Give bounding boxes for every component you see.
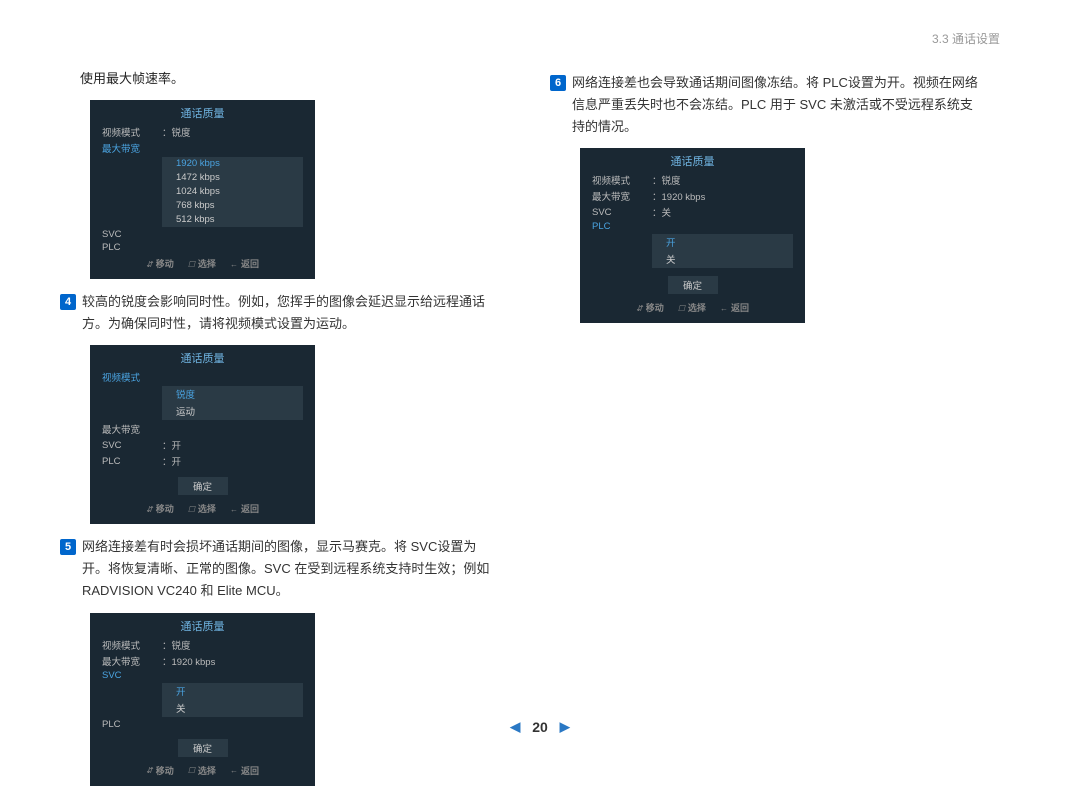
row-value: ：开 bbox=[162, 454, 303, 468]
back-hint: 返回 bbox=[230, 502, 259, 515]
row-label: 最大带宽 bbox=[102, 141, 162, 155]
row-label: 视频模式 bbox=[102, 638, 162, 652]
move-hint: 移动 bbox=[146, 257, 174, 270]
step-text: 较高的锐度会影响同时性。例如，您挥手的图像会延迟显示给远程通话方。为确保同时性，… bbox=[82, 291, 490, 335]
back-hint: 返回 bbox=[230, 764, 259, 777]
row-label: PLC bbox=[102, 719, 162, 730]
row-value: ：锐度 bbox=[162, 125, 303, 139]
panel-row[interactable]: PLC bbox=[580, 220, 805, 233]
row-value: ：锐度 bbox=[652, 173, 793, 187]
step-num-icon: 4 bbox=[60, 294, 76, 310]
dropdown-option[interactable]: 1024 kbps bbox=[162, 185, 303, 199]
panel-row[interactable]: 视频模式：锐度 bbox=[90, 637, 315, 653]
section-header: 3.3 通话设置 bbox=[932, 30, 1000, 47]
row-label: PLC bbox=[102, 456, 162, 467]
panel-row[interactable]: SVC：开 bbox=[90, 437, 315, 453]
row-label: 视频模式 bbox=[102, 370, 162, 384]
panel-row[interactable]: SVC：关 bbox=[580, 204, 805, 220]
ok-button[interactable]: 确定 bbox=[668, 276, 718, 294]
ok-button[interactable]: 确定 bbox=[178, 739, 228, 757]
page-number: 20 bbox=[532, 719, 548, 735]
panel-plc: 通话质量 视频模式：锐度最大带宽：1920 kbpsSVC：关PLC开关 确定 … bbox=[580, 148, 805, 323]
dropdown-option[interactable]: 1472 kbps bbox=[162, 171, 303, 185]
dropdown-option[interactable]: 1920 kbps bbox=[162, 157, 303, 171]
row-label: SVC bbox=[102, 440, 162, 451]
left-column: 使用最大帧速率。 通话质量 视频模式：锐度最大带宽1920 kbps1472 k… bbox=[60, 60, 490, 796]
move-hint: 移动 bbox=[146, 502, 174, 515]
move-hint: 移动 bbox=[146, 764, 174, 777]
step-num-icon: 5 bbox=[60, 539, 76, 555]
dropdown-option[interactable]: 开 bbox=[162, 683, 303, 700]
row-label: 视频模式 bbox=[102, 125, 162, 139]
step-5: 5 网络连接差有时会损坏通话期间的图像，显示马赛克。将 SVC设置为开。将恢复清… bbox=[60, 536, 490, 602]
row-value: ：关 bbox=[652, 205, 793, 219]
dropdown-option[interactable]: 768 kbps bbox=[162, 199, 303, 213]
row-label: SVC bbox=[592, 207, 652, 218]
row-value: ：锐度 bbox=[162, 638, 303, 652]
row-label: PLC bbox=[102, 242, 162, 253]
panel-row[interactable]: 视频模式 bbox=[90, 369, 315, 385]
dropdown-option[interactable]: 锐度 bbox=[162, 386, 303, 403]
next-page-icon[interactable]: ▶ bbox=[560, 719, 570, 735]
panel-title: 通话质量 bbox=[90, 345, 315, 369]
select-hint: 选择 bbox=[678, 301, 706, 314]
step-num-icon: 6 bbox=[550, 75, 566, 91]
row-label: PLC bbox=[592, 221, 652, 232]
panel-row[interactable]: 视频模式：锐度 bbox=[90, 124, 315, 140]
dropdown-option[interactable]: 关 bbox=[652, 251, 793, 268]
panel-row[interactable]: 最大带宽：1920 kbps bbox=[90, 653, 315, 669]
select-hint: 选择 bbox=[188, 502, 216, 515]
panel-footer: 移动 选择 返回 bbox=[90, 254, 315, 273]
page-nav: ◀ 20 ▶ bbox=[510, 719, 570, 735]
row-label: 视频模式 bbox=[592, 173, 652, 187]
panel-footer: 移动 选择 返回 bbox=[90, 761, 315, 780]
row-value: ：1920 kbps bbox=[162, 654, 303, 668]
row-label: SVC bbox=[102, 229, 162, 240]
row-label: 最大带宽 bbox=[102, 422, 162, 436]
step-text: 网络连接差也会导致通话期间图像冻结。将 PLC设置为开。视频在网络信息严重丢失时… bbox=[572, 72, 980, 138]
move-hint: 移动 bbox=[636, 301, 664, 314]
step-6: 6 网络连接差也会导致通话期间图像冻结。将 PLC设置为开。视频在网络信息严重丢… bbox=[550, 72, 980, 138]
back-hint: 返回 bbox=[230, 257, 259, 270]
ok-button[interactable]: 确定 bbox=[178, 477, 228, 495]
panel-row[interactable]: PLC bbox=[90, 718, 315, 731]
row-value: ：1920 kbps bbox=[652, 189, 793, 203]
dropdown-list[interactable]: 开关 bbox=[162, 683, 303, 717]
panel-row[interactable]: SVC bbox=[90, 228, 315, 241]
dropdown-option[interactable]: 运动 bbox=[162, 403, 303, 420]
panel-row[interactable]: SVC bbox=[90, 669, 315, 682]
dropdown-option[interactable]: 关 bbox=[162, 700, 303, 717]
step-4: 4 较高的锐度会影响同时性。例如，您挥手的图像会延迟显示给远程通话方。为确保同时… bbox=[60, 291, 490, 335]
panel-bandwidth: 通话质量 视频模式：锐度最大带宽1920 kbps1472 kbps1024 k… bbox=[90, 100, 315, 279]
panel-title: 通话质量 bbox=[90, 613, 315, 637]
dropdown-option[interactable]: 开 bbox=[652, 234, 793, 251]
row-label: 最大带宽 bbox=[592, 189, 652, 203]
panel-row[interactable]: 最大带宽 bbox=[90, 421, 315, 437]
panel-row[interactable]: 最大带宽 bbox=[90, 140, 315, 156]
select-hint: 选择 bbox=[188, 764, 216, 777]
dropdown-list[interactable]: 开关 bbox=[652, 234, 793, 268]
right-column: 6 网络连接差也会导致通话期间图像冻结。将 PLC设置为开。视频在网络信息严重丢… bbox=[550, 60, 980, 796]
panel-title: 通话质量 bbox=[580, 148, 805, 172]
row-label: 最大带宽 bbox=[102, 654, 162, 668]
dropdown-list[interactable]: 锐度运动 bbox=[162, 386, 303, 420]
panel-row[interactable]: PLC bbox=[90, 241, 315, 254]
step-text: 网络连接差有时会损坏通话期间的图像，显示马赛克。将 SVC设置为开。将恢复清晰、… bbox=[82, 536, 490, 602]
intro-text: 使用最大帧速率。 bbox=[80, 68, 490, 90]
panel-svc: 通话质量 视频模式：锐度最大带宽：1920 kbpsSVC开关PLC 确定 移动… bbox=[90, 613, 315, 786]
panel-row[interactable]: 最大带宽：1920 kbps bbox=[580, 188, 805, 204]
back-hint: 返回 bbox=[720, 301, 749, 314]
dropdown-list[interactable]: 1920 kbps1472 kbps1024 kbps768 kbps512 k… bbox=[162, 157, 303, 227]
prev-page-icon[interactable]: ◀ bbox=[510, 719, 520, 735]
panel-title: 通话质量 bbox=[90, 100, 315, 124]
panel-row[interactable]: PLC：开 bbox=[90, 453, 315, 469]
panel-footer: 移动 选择 返回 bbox=[90, 499, 315, 518]
panel-video-mode: 通话质量 视频模式锐度运动最大带宽SVC：开PLC：开 确定 移动 选择 返回 bbox=[90, 345, 315, 524]
row-label: SVC bbox=[102, 670, 162, 681]
dropdown-option[interactable]: 512 kbps bbox=[162, 213, 303, 227]
panel-row[interactable]: 视频模式：锐度 bbox=[580, 172, 805, 188]
row-value: ：开 bbox=[162, 438, 303, 452]
panel-footer: 移动 选择 返回 bbox=[580, 298, 805, 317]
select-hint: 选择 bbox=[188, 257, 216, 270]
